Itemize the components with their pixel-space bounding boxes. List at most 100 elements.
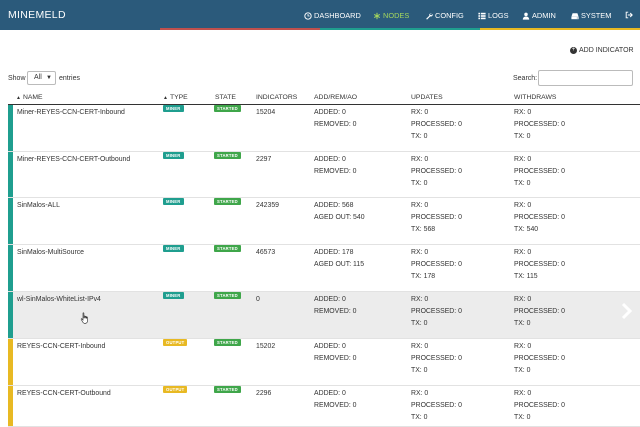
hand-cursor-icon: [80, 312, 88, 324]
node-name[interactable]: REYES-CCN-CERT-Outbound: [17, 388, 111, 400]
updates-rx: RX: 0: [411, 249, 429, 256]
withdraws-processed: PROCESSED: 0: [514, 168, 565, 175]
withdraws-rx: RX: 0: [514, 390, 532, 397]
node-type-badge: MINER: [163, 105, 184, 112]
node-name[interactable]: SinMalos-ALL: [17, 200, 60, 212]
withdraws-tx: TX: 0: [514, 180, 531, 187]
stat-line-2: REMOVED: 0: [314, 168, 357, 175]
node-type-color-bar: [8, 339, 13, 385]
withdraws-rx: RX: 0: [514, 156, 532, 163]
withdraws-processed: PROCESSED: 0: [514, 308, 565, 315]
table-row[interactable]: REYES-CCN-CERT-Outbound OUTPUT STARTED 2296…: [8, 386, 640, 427]
updates-processed: PROCESSED: 0: [411, 355, 462, 362]
column-header-name[interactable]: ▲ NAME: [16, 94, 43, 101]
node-name[interactable]: Miner-REYES-CCN-CERT-Inbound: [17, 107, 125, 119]
column-header-state[interactable]: STATE: [215, 94, 236, 101]
stat-line-2: AGED OUT: 540: [314, 214, 365, 221]
node-name[interactable]: Miner-REYES-CCN-CERT-Outbound: [17, 154, 130, 166]
add-indicator-button[interactable]: + ADD INDICATOR: [570, 47, 634, 54]
column-header-updates[interactable]: UPDATES: [411, 94, 443, 101]
search-label: Search:: [513, 75, 538, 82]
withdraws-tx: TX: 540: [514, 226, 539, 233]
nav-accent-teal: [320, 28, 480, 30]
stat-line-1: ADDED: 0: [314, 296, 346, 303]
withdraws-processed: PROCESSED: 0: [514, 261, 565, 268]
node-indicators-count: 2296: [256, 390, 272, 397]
node-type-color-bar: [8, 386, 13, 426]
nav-nodes[interactable]: NODES: [373, 11, 409, 20]
nav-config[interactable]: CONFIG: [425, 11, 464, 20]
node-type-color-bar: [8, 198, 13, 244]
node-type-color-bar: [8, 105, 13, 151]
stat-line-2: REMOVED: 0: [314, 355, 357, 362]
stat-line-1: ADDED: 568: [314, 202, 354, 209]
updates-tx: TX: 0: [411, 320, 428, 327]
wrench-icon: [426, 12, 433, 20]
updates-processed: PROCESSED: 0: [411, 261, 462, 268]
node-state-badge: STARTED: [214, 245, 241, 252]
page-size-select[interactable]: All ▼: [27, 71, 56, 85]
column-header-withdraws[interactable]: WITHDRAWS: [514, 94, 556, 101]
withdraws-tx: TX: 0: [514, 133, 531, 140]
updates-processed: PROCESSED: 0: [411, 121, 462, 128]
updates-rx: RX: 0: [411, 296, 429, 303]
plus-circle-icon: +: [570, 47, 577, 54]
withdraws-rx: RX: 0: [514, 296, 532, 303]
stat-line-1: ADDED: 0: [314, 156, 346, 163]
updates-rx: RX: 0: [411, 109, 429, 116]
updates-tx: TX: 0: [411, 414, 428, 421]
table-row[interactable]: SinMalos-ALL MINER STARTED 242359 ADDED: 568…: [8, 198, 640, 245]
table-row[interactable]: REYES-CCN-CERT-Inbound OUTPUT STARTED 15202…: [8, 339, 640, 386]
node-name[interactable]: SinMalos-MultiSource: [17, 247, 84, 259]
column-header-type[interactable]: ▲ TYPE: [163, 94, 188, 101]
logout-button[interactable]: [625, 11, 635, 19]
stat-line-1: ADDED: 0: [314, 343, 346, 350]
node-type-badge: MINER: [163, 198, 184, 205]
node-type-badge: MINER: [163, 292, 184, 299]
table-row[interactable]: Miner-REYES-CCN-CERT-Outbound MINER STARTE…: [8, 152, 640, 198]
sort-asc-icon: ▲: [16, 95, 21, 101]
brand-logo[interactable]: MINEMELD: [8, 9, 66, 21]
column-header-add-rem-ao[interactable]: ADD/REM/AO: [314, 94, 357, 101]
updates-tx: TX: 0: [411, 133, 428, 140]
updates-rx: RX: 0: [411, 202, 429, 209]
node-type-color-bar: [8, 245, 13, 291]
stat-line-2: REMOVED: 0: [314, 402, 357, 409]
table-row[interactable]: wl-SinMalos-WhiteList-IPv4 MINER STARTED 0 A…: [8, 292, 640, 339]
nav-logs[interactable]: LOGS: [478, 11, 509, 20]
withdraws-processed: PROCESSED: 0: [514, 402, 565, 409]
top-navbar: MINEMELD DASHBOARD NODES CONFIG LOGS ADM…: [0, 0, 640, 30]
nav-dashboard[interactable]: DASHBOARD: [304, 11, 361, 20]
updates-processed: PROCESSED: 0: [411, 402, 462, 409]
node-state-badge: STARTED: [214, 105, 241, 112]
nav-accent-gold: [480, 28, 640, 30]
node-indicators-count: 2297: [256, 156, 272, 163]
node-type-badge: MINER: [163, 245, 184, 252]
nav-system-label: SYSTEM: [581, 11, 612, 20]
table-row[interactable]: SinMalos-MultiSource MINER STARTED 46573 ADD…: [8, 245, 640, 292]
node-type-color-bar: [8, 292, 13, 338]
chevron-down-icon: ▼: [46, 75, 52, 81]
nav-accent-red: [160, 28, 320, 30]
chevron-right-icon[interactable]: [620, 302, 634, 320]
stat-line-1: ADDED: 0: [314, 109, 346, 116]
stat-line-1: ADDED: 178: [314, 249, 354, 256]
node-indicators-count: 15202: [256, 343, 276, 350]
updates-rx: RX: 0: [411, 390, 429, 397]
search-input[interactable]: [538, 70, 633, 86]
updates-tx: TX: 178: [411, 273, 436, 280]
updates-processed: PROCESSED: 0: [411, 308, 462, 315]
node-state-badge: STARTED: [214, 152, 241, 159]
withdraws-rx: RX: 0: [514, 249, 532, 256]
updates-tx: TX: 0: [411, 367, 428, 374]
updates-processed: PROCESSED: 0: [411, 168, 462, 175]
node-indicators-count: 15204: [256, 109, 276, 116]
table-row[interactable]: Miner-REYES-CCN-CERT-Inbound MINER STARTED…: [8, 105, 640, 152]
node-name[interactable]: wl-SinMalos-WhiteList-IPv4: [17, 294, 101, 306]
node-indicators-count: 46573: [256, 249, 276, 256]
nav-admin[interactable]: ADMIN: [522, 11, 556, 20]
column-header-indicators[interactable]: INDICATORS: [256, 94, 297, 101]
node-type-color-bar: [8, 152, 13, 197]
nav-system[interactable]: SYSTEM: [571, 11, 611, 20]
node-name[interactable]: REYES-CCN-CERT-Inbound: [17, 341, 105, 353]
